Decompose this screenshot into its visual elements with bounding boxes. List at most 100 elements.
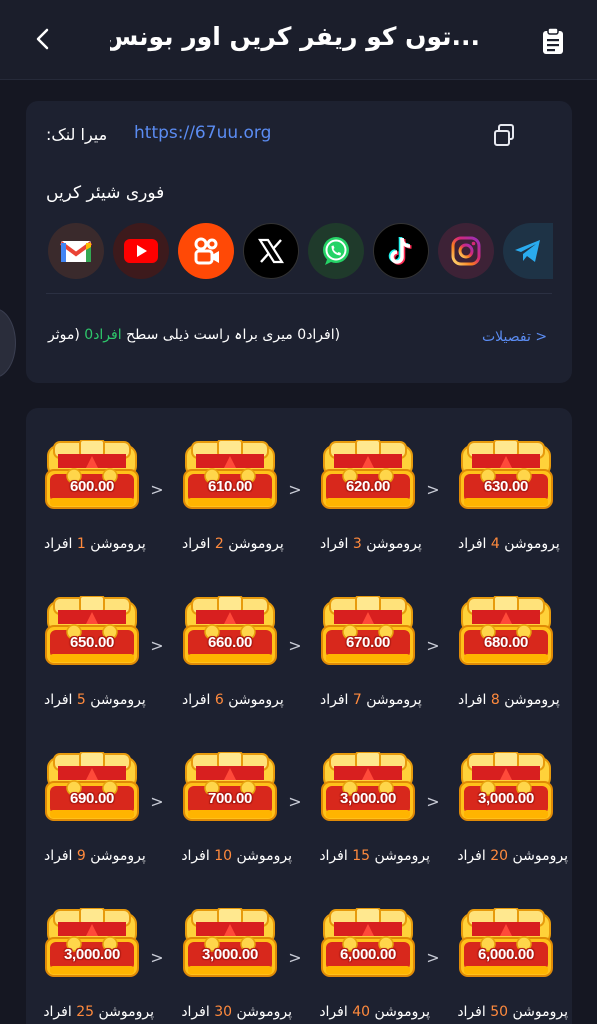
clipboard-button[interactable] [540, 27, 566, 55]
reward-caption: پروموشن 9 افراد [44, 848, 154, 864]
details-link[interactable]: < تفصیلات [482, 329, 547, 345]
telegram-share-button[interactable] [503, 223, 553, 279]
reward-caption-unit: افراد [458, 536, 487, 552]
reward-item: 660.00 پروموشن 6 افراد [182, 596, 292, 736]
tiktok-icon [388, 236, 412, 265]
reward-amount: 680.00 [483, 634, 529, 651]
stats-prefix: (افراد0 میری براہ راست ذیلی سطح [121, 327, 341, 343]
reward-item: 650.00 پروموشن 5 افراد [44, 596, 154, 736]
reward-caption-unit: افراد [458, 692, 487, 708]
reward-caption-number: 9 [76, 848, 86, 864]
reward-amount: 610.00 [207, 478, 253, 495]
reward-caption-number: 3 [352, 536, 362, 552]
progress-arrow: > [426, 948, 440, 967]
treasure-chest-icon [45, 440, 139, 509]
x-share-button[interactable] [243, 223, 299, 279]
reward-amount: 3,000.00 [340, 790, 396, 807]
reward-amount: 3,000.00 [202, 946, 258, 963]
treasure-chest-icon [183, 440, 277, 509]
share-platforms [48, 223, 572, 281]
reward-caption: پروموشن 25 افراد [43, 1004, 154, 1020]
reward-caption-word: پروموشن [228, 692, 284, 708]
rewards-card: 600.00 پروموشن 1 افراد >610.00 پروموشن 2 اف… [26, 408, 572, 1024]
reward-caption: پروموشن 4 افراد [458, 536, 568, 552]
reward-caption-number: 40 [352, 1004, 371, 1020]
tiktok-share-button[interactable] [373, 223, 429, 279]
reward-caption-word: پروموشن [374, 848, 430, 864]
reward-caption-unit: افراد [181, 1004, 210, 1020]
clipboard-icon [543, 27, 563, 54]
reward-item: 3,000.00 پروموشن 30 افراد [181, 908, 292, 1024]
gmail-share-button[interactable] [48, 223, 104, 279]
reward-caption: پروموشن 20 افراد [457, 848, 568, 864]
reward-item: 6,000.00 پروموشن 50 افراد [457, 908, 568, 1024]
progress-arrow: > [150, 792, 164, 811]
reward-caption-word: پروموشن [504, 536, 560, 552]
copy-link-button[interactable] [492, 123, 516, 147]
progress-arrow: > [426, 792, 440, 811]
my-link-label: میرا لنک: [46, 125, 108, 144]
reward-caption-number: 15 [352, 848, 371, 864]
direct-subordinates-count: (افراد0 میری براہ راست ذیلی سطح افراد0 (… [48, 327, 368, 343]
youtube-share-button[interactable] [113, 223, 169, 279]
reward-item: 610.00 پروموشن 2 افراد [182, 440, 292, 580]
reward-caption-number: 30 [214, 1004, 233, 1020]
reward-caption-number: 4 [490, 536, 500, 552]
reward-caption-unit: افراد [319, 848, 348, 864]
treasure-chest-icon [45, 596, 139, 665]
progress-arrow: > [288, 480, 302, 499]
treasure-chest-icon [459, 752, 553, 821]
treasure-chest-icon [45, 908, 139, 977]
page-title: ...توں کو ریفر کریں اور بونس پائیں [110, 22, 480, 51]
quick-share-title: فوری شیئر کریں [46, 183, 165, 203]
reward-caption: پروموشن 50 افراد [457, 1004, 568, 1020]
treasure-chest-icon [321, 440, 415, 509]
progress-arrow: > [288, 948, 302, 967]
kuaishou-icon [194, 237, 219, 265]
kuaishou-share-button[interactable] [178, 223, 234, 279]
treasure-chest-icon [183, 752, 277, 821]
reward-caption-word: پروموشن [374, 1004, 430, 1020]
my-link-url[interactable]: https://67uu.org [134, 123, 271, 143]
reward-amount: 630.00 [483, 478, 529, 495]
reward-caption: پروموشن 5 افراد [44, 692, 154, 708]
reward-caption-unit: افراد [181, 848, 210, 864]
telegram-icon [515, 240, 540, 262]
whatsapp-share-button[interactable] [308, 223, 364, 279]
reward-amount: 600.00 [69, 478, 115, 495]
reward-caption-unit: افراد [320, 536, 349, 552]
instagram-icon [451, 236, 481, 266]
treasure-chest-icon [183, 908, 277, 977]
reward-caption: پروموشن 15 افراد [319, 848, 430, 864]
back-button[interactable] [28, 24, 58, 54]
reward-caption-number: 25 [76, 1004, 95, 1020]
reward-item: 3,000.00 پروموشن 15 افراد [319, 752, 430, 892]
reward-caption-word: پروموشن [504, 692, 560, 708]
copy-icon [494, 124, 514, 146]
x-logo-icon [257, 238, 285, 264]
reward-caption-word: پروموشن [228, 536, 284, 552]
instagram-share-button[interactable] [438, 223, 494, 279]
reward-caption-number: 8 [490, 692, 500, 708]
whatsapp-icon [323, 237, 349, 265]
reward-caption-number: 6 [214, 692, 224, 708]
floating-side-handle[interactable] [0, 308, 16, 378]
reward-caption-number: 7 [352, 692, 362, 708]
reward-amount: 3,000.00 [64, 946, 120, 963]
reward-amount: 6,000.00 [340, 946, 396, 963]
treasure-chest-icon [321, 752, 415, 821]
reward-amount: 660.00 [207, 634, 253, 651]
treasure-chest-icon [45, 752, 139, 821]
reward-amount: 700.00 [207, 790, 253, 807]
reward-item: 3,000.00 پروموشن 25 افراد [43, 908, 154, 1024]
reward-item: 630.00 پروموشن 4 افراد [458, 440, 568, 580]
stats-suffix: (موثر [48, 327, 85, 343]
reward-caption-unit: افراد [44, 848, 73, 864]
reward-item: 6,000.00 پروموشن 40 افراد [319, 908, 430, 1024]
reward-caption-unit: افراد [320, 692, 349, 708]
invite-card: میرا لنک: https://67uu.org فوری شیئر کری… [26, 101, 572, 383]
reward-caption-word: پروموشن [236, 1004, 292, 1020]
reward-item: 700.00 پروموشن 10 افراد [181, 752, 292, 892]
reward-caption: پروموشن 2 افراد [182, 536, 292, 552]
reward-caption-unit: افراد [182, 692, 211, 708]
